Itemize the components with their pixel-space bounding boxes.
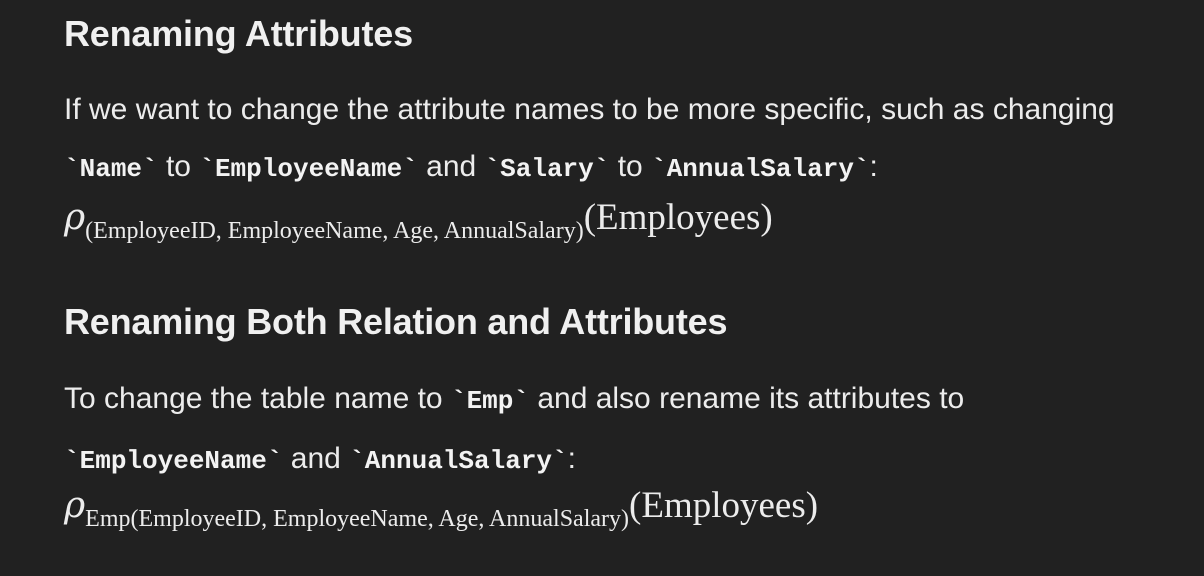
paragraph-text: and	[417, 150, 485, 183]
rename-formula: ρEmp(EmployeeID, EmployeeName, Age, Annu…	[64, 484, 819, 532]
inline-code-employee-name: `EmployeeName`	[199, 154, 418, 184]
inline-code-name: `Name`	[64, 154, 158, 184]
paragraph-text: and	[282, 442, 350, 475]
paragraph-text: and also rename its attributes to	[528, 382, 965, 415]
paragraph-text: To change the table name to	[64, 382, 451, 415]
formula-argument: (Employees)	[629, 485, 819, 526]
formula-argument: (Employees)	[583, 197, 773, 238]
paragraph-text: If we want to change the attribute names…	[64, 93, 1115, 126]
paragraph-text: to	[609, 150, 652, 183]
formula-subscript: (EmployeeID, EmployeeName, Age, AnnualSa…	[85, 218, 584, 244]
inline-code-employee-name: `EmployeeName`	[64, 446, 283, 476]
inline-code-emp: `Emp`	[450, 386, 529, 416]
section-heading-renaming-attributes: Renaming Attributes	[64, 13, 413, 54]
rename-formula: ρ(EmployeeID, EmployeeName, Age, AnnualS…	[64, 196, 773, 244]
section-heading-renaming-both: Renaming Both Relation and Attributes	[64, 301, 728, 342]
rho-symbol: ρ	[64, 485, 86, 526]
section-paragraph: If we want to change the attribute names…	[64, 81, 1115, 198]
paragraph-text: to	[157, 150, 200, 183]
inline-code-annual-salary: `AnnualSalary`	[651, 154, 870, 184]
rho-symbol: ρ	[64, 197, 86, 238]
inline-code-salary: `Salary`	[484, 154, 610, 184]
paragraph-colon: :	[567, 442, 576, 475]
formula-subscript: Emp(EmployeeID, EmployeeName, Age, Annua…	[85, 506, 630, 532]
paragraph-colon: :	[869, 150, 878, 183]
section-paragraph: To change the table name to `Emp` and al…	[64, 370, 964, 490]
inline-code-annual-salary: `AnnualSalary`	[349, 446, 568, 476]
